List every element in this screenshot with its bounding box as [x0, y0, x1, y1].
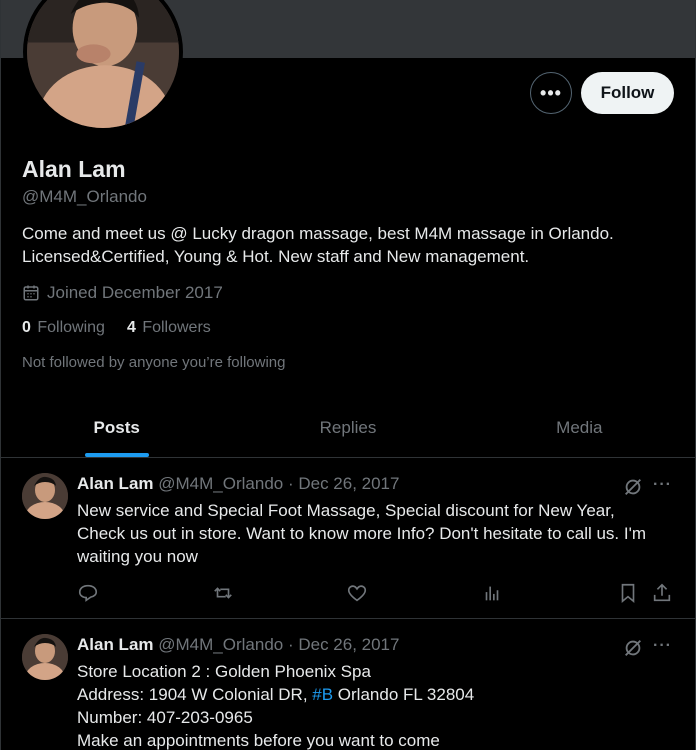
post-author-name[interactable]: Alan Lam [77, 474, 154, 493]
more-icon[interactable]: ··· [653, 476, 673, 496]
hashtag-link[interactable]: #B [312, 685, 333, 704]
not-followed-note: Not followed by anyone you’re following [22, 354, 286, 371]
grok-icon[interactable] [622, 637, 644, 659]
post-line: Check us out in store. Want to know more… [77, 524, 647, 543]
calendar-icon [23, 285, 39, 301]
post-header: Alan Lam @M4M_Orlando · Dec 26, 2017 [77, 635, 399, 655]
following-link[interactable]: 0 Following [22, 319, 105, 337]
followers-label: Followers [142, 319, 211, 336]
followers-link[interactable]: 4 Followers [127, 319, 211, 337]
post-avatar[interactable] [22, 473, 68, 519]
tab-replies[interactable]: Replies [232, 398, 463, 457]
reply-icon[interactable] [77, 582, 99, 604]
tab-posts[interactable]: Posts [1, 398, 232, 457]
post-author-name[interactable]: Alan Lam [77, 635, 154, 654]
profile-name: Alan Lam [22, 156, 126, 182]
follow-stats: 0 Following 4 Followers [22, 319, 211, 337]
profile-avatar[interactable] [23, 0, 183, 132]
profile-handle: @M4M_Orlando [22, 187, 147, 206]
post-line: Number: 407-203-0965 [77, 708, 253, 727]
address-text: Orlando FL 32804 [333, 685, 475, 704]
post-line: Make an appointments before you want to … [77, 731, 440, 750]
profile-tabs: Posts Replies Media [1, 398, 695, 458]
post-line: Address: 1904 W Colonial DR, #B Orlando … [77, 683, 677, 706]
post-line: Store Location 2 : Golden Phoenix Spa [77, 662, 371, 681]
bio-line: Come and meet us @ Lucky dragon massage,… [22, 224, 614, 243]
followers-count: 4 [126, 319, 136, 336]
follow-button[interactable]: Follow [581, 72, 674, 114]
following-count: 0 [22, 319, 31, 336]
joined-date: Joined December 2017 [22, 283, 223, 303]
post-header: Alan Lam @M4M_Orlando · Dec 26, 2017 [77, 474, 399, 494]
more-icon[interactable]: ··· [653, 637, 673, 657]
like-icon[interactable] [346, 582, 368, 604]
address-text: Address: 1904 W Colonial DR, [77, 685, 313, 704]
post-line: waiting you now [77, 547, 198, 566]
more-icon: ••• [540, 82, 562, 103]
post-item[interactable]: Alan Lam @M4M_Orlando · Dec 26, 2017 ···… [1, 620, 695, 750]
grok-icon[interactable] [622, 476, 644, 498]
avatar-photo [27, 0, 179, 128]
post-text: New service and Special Foot Massage, Sp… [77, 499, 677, 568]
post-line: New service and Special Foot Massage, Sp… [77, 501, 615, 520]
more-options-button[interactable]: ••• [530, 72, 572, 114]
tab-media[interactable]: Media [464, 398, 695, 457]
post-meta[interactable]: @M4M_Orlando · Dec 26, 2017 [158, 635, 399, 654]
share-icon[interactable] [651, 582, 673, 604]
bio-line: Licensed&Certified, Young & Hot. New sta… [22, 247, 530, 266]
post-avatar[interactable] [22, 634, 68, 680]
joined-text: Joined December 2017 [47, 283, 223, 302]
post-item[interactable]: Alan Lam @M4M_Orlando · Dec 26, 2017 ···… [1, 459, 695, 619]
bookmark-icon[interactable] [617, 582, 639, 604]
avatar-photo [22, 473, 68, 519]
avatar-photo [22, 634, 68, 680]
repost-icon[interactable] [212, 582, 234, 604]
post-actions [77, 582, 677, 604]
post-meta[interactable]: @M4M_Orlando · Dec 26, 2017 [158, 474, 399, 493]
profile-page: ••• Follow Alan Lam @M4M_Orlando Come an… [0, 0, 696, 750]
profile-bio: Come and meet us @ Lucky dragon massage,… [22, 222, 672, 268]
views-icon[interactable] [481, 582, 503, 604]
following-label: Following [37, 319, 105, 336]
post-text: Store Location 2 : Golden Phoenix Spa Ad… [77, 660, 677, 750]
